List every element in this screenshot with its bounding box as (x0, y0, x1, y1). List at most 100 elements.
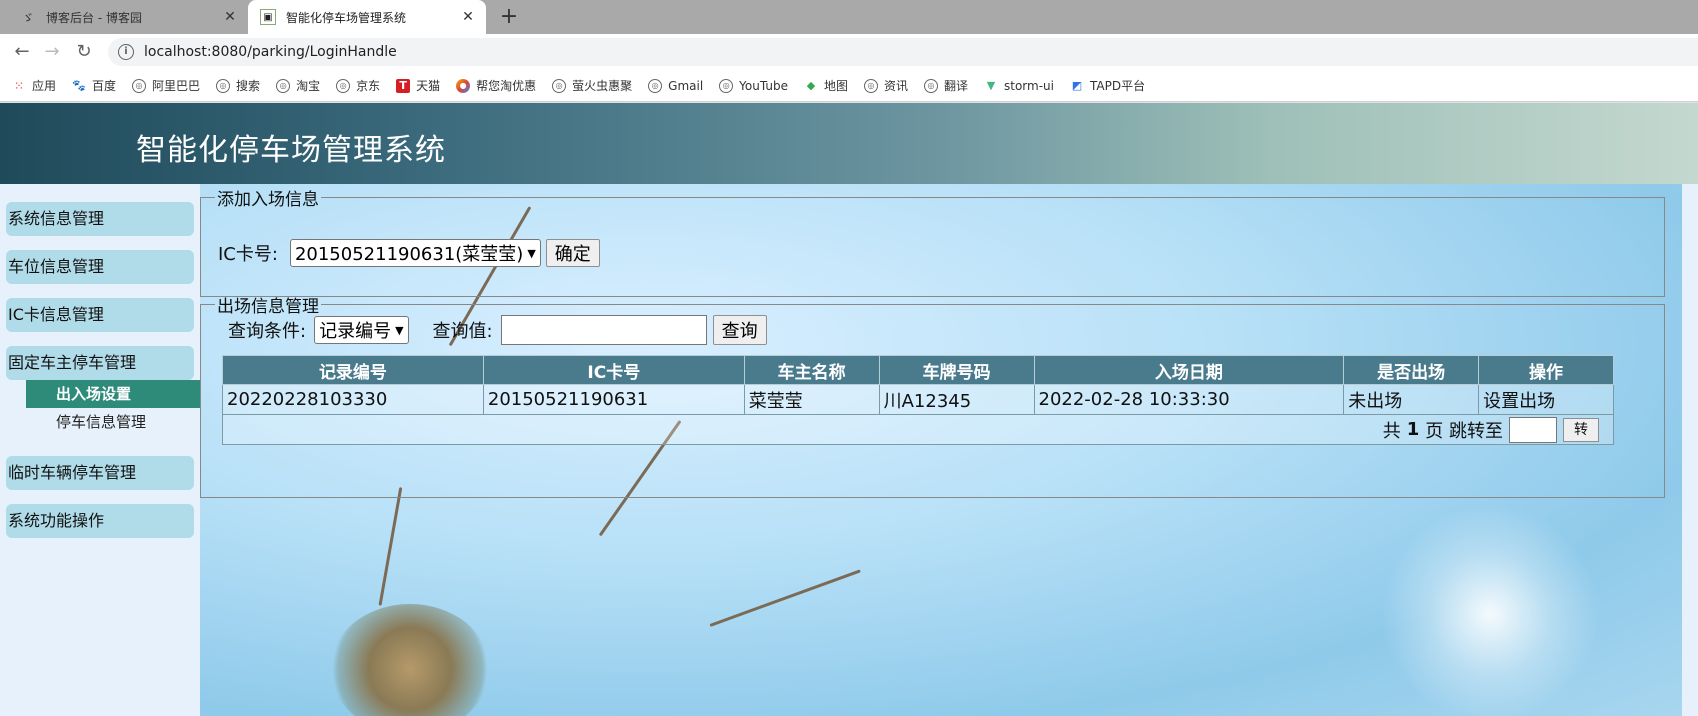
cell-exited: 未出场 (1343, 384, 1480, 415)
cell-owner-name: 菜莹莹 (743, 384, 880, 415)
sidebar: 系统信息管理 车位信息管理 IC卡信息管理 固定车主停车管理 出入场设置 停车信… (0, 184, 200, 716)
paw-icon: 🐾 (72, 78, 86, 92)
vue-logo-icon: ▼ (986, 78, 996, 92)
table-row: 20220228103330 20150521190631 菜莹莹 川A1234… (222, 384, 1614, 415)
col-owner-name: 车主名称 (743, 355, 880, 385)
col-ic-card: IC卡号 (482, 355, 745, 385)
confirm-button[interactable]: 确定 (545, 239, 600, 267)
bookmark-translate[interactable]: ◎ 翻译 (923, 77, 968, 94)
back-arrow-icon[interactable]: ← (10, 40, 34, 64)
bookmark-search[interactable]: ◎ 搜索 (216, 77, 260, 94)
pager-jump-label: 页 跳转至 (1425, 420, 1503, 442)
tab-strip: ゞ 博客后台 - 博客园 ✕ ▣ 智能化停车场管理系统 ✕ + (0, 0, 1698, 34)
chevron-down-icon: ▼ (395, 323, 404, 337)
globe-icon: ◎ (923, 78, 938, 93)
exit-records-table: 记录编号 IC卡号 车主名称 车牌号码 入场日期 是否出场 操作 2022022… (222, 355, 1614, 445)
query-condition-label: 查询条件: (228, 321, 307, 342)
page-jump-input[interactable] (1509, 416, 1557, 443)
globe-icon: ◎ (719, 78, 734, 93)
sidebar-item-parking-space[interactable]: 车位信息管理 (6, 250, 194, 284)
tab-blog-admin[interactable]: ゞ 博客后台 - 博客园 ✕ (8, 0, 248, 34)
bookmark-news[interactable]: ◎ 资讯 (863, 77, 908, 94)
bookmark-youtube[interactable]: ◎ YouTube (719, 78, 788, 93)
tab-parking-system[interactable]: ▣ 智能化停车场管理系统 ✕ (248, 0, 486, 34)
bookmark-maps[interactable]: ◆ 地图 (804, 77, 848, 94)
system-header: 智能化停车场管理系统 (0, 103, 1698, 184)
ic-card-select[interactable]: 20150521190631(菜莹莹) ▼ (289, 239, 541, 267)
chevron-down-icon: ▼ (527, 246, 536, 260)
table-header-row: 记录编号 IC卡号 车主名称 车牌号码 入场日期 是否出场 操作 (222, 355, 1614, 385)
deals-icon: ● (456, 78, 471, 93)
seed-stem-decoration (709, 569, 861, 627)
bookmark-alibaba[interactable]: ◎ 阿里巴巴 (132, 77, 200, 94)
blog-favicon-icon: ゞ (21, 10, 34, 25)
ic-card-label: IC卡号: (218, 244, 278, 265)
col-plate: 车牌号码 (878, 355, 1035, 385)
bookmark-tapd[interactable]: ◩ TAPD平台 (1070, 77, 1145, 94)
bookmark-gmail[interactable]: ◎ Gmail (648, 78, 703, 93)
globe-icon: ◎ (276, 78, 291, 93)
new-tab-plus-icon[interactable]: + (496, 5, 522, 31)
col-action: 操作 (1478, 355, 1614, 385)
info-icon[interactable]: i (118, 44, 134, 60)
forward-arrow-icon[interactable]: → (40, 40, 64, 64)
bookmark-baidu[interactable]: 🐾 百度 (72, 77, 116, 94)
exit-legend: 出场信息管理 (217, 297, 319, 317)
bookmark-taobao[interactable]: ◎ 淘宝 (276, 77, 320, 94)
apps-grid-icon: ⁙ (13, 78, 25, 93)
bookmark-deals[interactable]: ● 帮您淘优惠 (456, 77, 536, 94)
reload-icon[interactable]: ↻ (72, 40, 96, 64)
bookmark-apps[interactable]: ⁙ 应用 (12, 77, 56, 94)
pager-total-pages: 1 (1406, 419, 1420, 440)
tab-title: 博客后台 - 博客园 (46, 10, 142, 25)
system-title: 智能化停车场管理系统 (136, 133, 446, 168)
globe-icon: ◎ (216, 78, 231, 93)
sidebar-subitem-parking-info[interactable]: 停车信息管理 (26, 408, 200, 436)
bookmark-storm-ui[interactable]: ▼ storm-ui (984, 79, 1054, 93)
bookmark-firefly[interactable]: ◎ 萤火虫惠聚 (552, 77, 632, 94)
query-button[interactable]: 查询 (712, 315, 767, 345)
globe-icon: ◎ (132, 78, 147, 93)
globe-icon: ◎ (336, 78, 351, 93)
bookmark-jd[interactable]: ◎ 京东 (336, 77, 380, 94)
browser-toolbar: ← → ↻ i localhost:8080/parking/LoginHand… (0, 34, 1698, 70)
cell-entry-date: 2022-02-28 10:33:30 (1033, 384, 1345, 415)
bookmarks-bar: ⁙ 应用 🐾 百度 ◎ 阿里巴巴 ◎ 搜索 ◎ 淘宝 ◎ 京东 T 天猫 ● 帮您淘优惠 ◎ 萤火… (0, 70, 1698, 102)
map-pin-icon: ◆ (806, 78, 816, 92)
sidebar-item-temp-vehicle[interactable]: 临时车辆停车管理 (6, 456, 194, 490)
query-value-label: 查询值: (432, 321, 493, 342)
col-exited: 是否出场 (1343, 355, 1480, 385)
page-body: 智能化停车场管理系统 系统信息管理 车位信息管理 IC卡信息管理 固定车主停车管… (0, 103, 1698, 716)
exit-search-form: 查询条件: 记录编号 ▼ 查询值: 查询 (228, 315, 767, 345)
cell-plate: 川A12345 (878, 384, 1035, 415)
set-exit-link[interactable]: 设置出场 (1478, 384, 1614, 415)
query-condition-select[interactable]: 记录编号 ▼ (314, 316, 409, 344)
globe-icon: ◎ (648, 78, 663, 93)
pager-row: 共 1 页 跳转至 转 (222, 414, 1614, 445)
cell-record-id: 20220228103330 (222, 384, 484, 415)
sidebar-item-ic-card[interactable]: IC卡信息管理 (6, 298, 194, 332)
dandelion-head-decoration (330, 604, 490, 716)
address-bar[interactable]: i localhost:8080/parking/LoginHandle (108, 38, 1698, 66)
seed-stem-decoration (378, 487, 403, 606)
tmall-icon: T (396, 78, 411, 93)
close-icon[interactable]: ✕ (458, 7, 478, 27)
bookmark-tmall[interactable]: T 天猫 (396, 77, 440, 94)
globe-icon: ◎ (552, 78, 567, 93)
url-text: localhost:8080/parking/LoginHandle (144, 44, 397, 60)
tab-title: 智能化停车场管理系统 (286, 10, 407, 25)
col-record-id: 记录编号 (222, 355, 484, 385)
dandelion-glow-decoration (1380, 504, 1600, 716)
sidebar-subitem-entry-exit[interactable]: 出入场设置 (26, 380, 200, 408)
sidebar-item-system-info[interactable]: 系统信息管理 (6, 202, 194, 236)
close-icon[interactable]: ✕ (220, 7, 240, 27)
page-go-button[interactable]: 转 (1563, 417, 1599, 442)
sidebar-item-fixed-owner[interactable]: 固定车主停车管理 (6, 346, 194, 380)
col-entry-date: 入场日期 (1033, 355, 1345, 385)
pager-prefix: 共 (1382, 420, 1401, 442)
image-favicon-icon: ▣ (260, 9, 276, 25)
query-value-input[interactable] (500, 315, 707, 345)
entry-form: IC卡号: 20150521190631(菜莹莹) ▼ 确定 (218, 239, 600, 267)
sidebar-item-system-function[interactable]: 系统功能操作 (6, 504, 194, 538)
cell-ic-card: 20150521190631 (482, 384, 745, 415)
